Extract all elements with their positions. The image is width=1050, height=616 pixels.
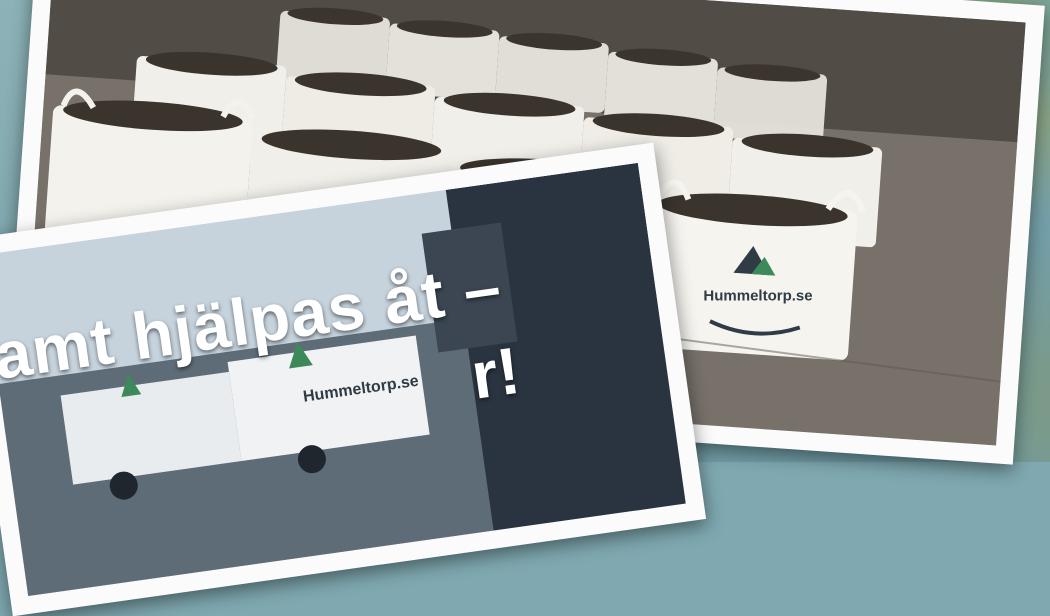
truck-image: Hummeltorp.se amt hjälpas åt – r! [0,162,686,596]
bag-brand-label: Hummeltorp.se [703,288,812,305]
headline-line-2: r! [466,332,525,413]
